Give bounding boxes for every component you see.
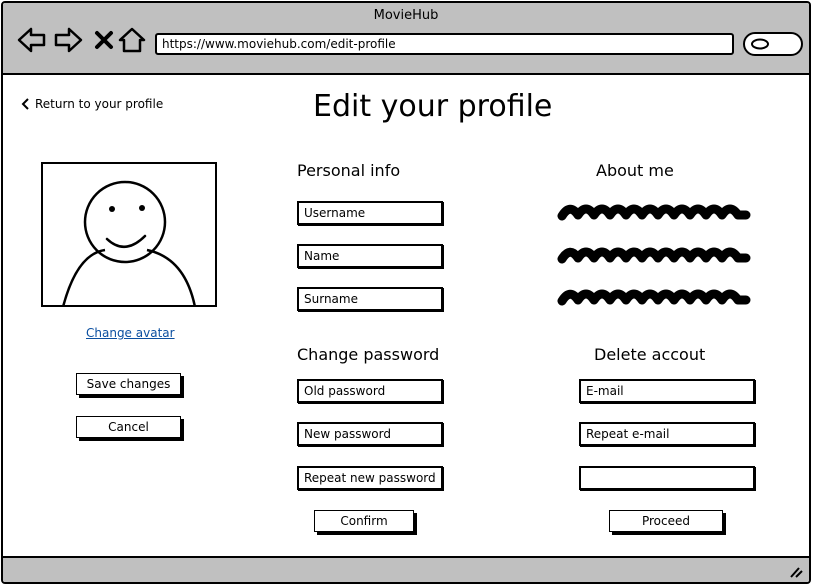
repeat-email-field[interactable]: Repeat e-mail: [579, 422, 755, 446]
new-password-field[interactable]: New password: [297, 422, 443, 446]
save-changes-button[interactable]: Save changes: [76, 373, 181, 395]
username-field[interactable]: Username: [297, 201, 443, 225]
delete-confirm-field[interactable]: [579, 466, 755, 490]
return-to-profile-label: Return to your profile: [35, 97, 164, 111]
surname-field[interactable]: Surname: [297, 287, 443, 311]
home-icon[interactable]: [117, 25, 147, 55]
browser-titlebar: MovieHub https://www.moviehub.com/edit-p…: [3, 3, 809, 75]
avatar: [41, 162, 217, 307]
browser-window: MovieHub https://www.moviehub.com/edit-p…: [1, 1, 811, 584]
back-arrow-icon[interactable]: [17, 25, 47, 55]
search-box[interactable]: [743, 32, 803, 56]
confirm-button[interactable]: Confirm: [314, 510, 414, 532]
proceed-button[interactable]: Proceed: [609, 510, 723, 532]
avatar-placeholder-icon: [62, 180, 196, 305]
delete-account-heading: Delete accout: [594, 345, 706, 364]
old-password-field[interactable]: Old password: [297, 379, 443, 403]
resize-grip-icon[interactable]: [789, 566, 803, 578]
search-icon: [751, 38, 769, 50]
status-bar: [3, 556, 809, 582]
personal-info-heading: Personal info: [297, 161, 401, 180]
return-to-profile-link[interactable]: Return to your profile: [21, 97, 163, 111]
chevron-left-icon: [21, 98, 29, 110]
forward-arrow-icon[interactable]: [53, 25, 83, 55]
close-x-icon[interactable]: [89, 25, 119, 55]
about-me-redacted-text: [557, 204, 751, 306]
about-me-heading: About me: [596, 161, 674, 180]
change-password-heading: Change password: [297, 345, 440, 364]
repeat-new-password-field[interactable]: Repeat new password: [297, 466, 443, 490]
url-input[interactable]: https://www.moviehub.com/edit-profile: [155, 33, 734, 55]
name-field[interactable]: Name: [297, 244, 443, 268]
window-title: MovieHub: [373, 8, 439, 23]
email-field[interactable]: E-mail: [579, 379, 755, 403]
cancel-button[interactable]: Cancel: [76, 416, 181, 438]
page-title: Edit your profile: [313, 89, 553, 124]
change-avatar-link[interactable]: Change avatar: [86, 326, 175, 340]
